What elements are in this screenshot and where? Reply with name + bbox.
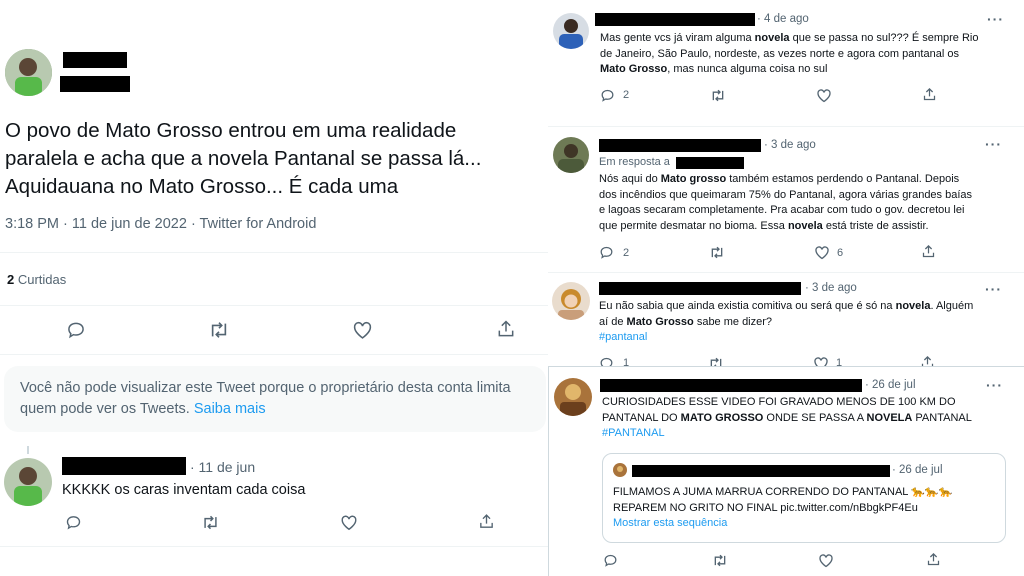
- tweet-text: Mas gente vcs já viram alguma novela que…: [600, 32, 979, 75]
- retweet-icon[interactable]: [201, 514, 220, 531]
- reply-text: KKKKK os caras inventam cada coisa: [62, 482, 306, 498]
- hashtag-link[interactable]: #PANTANAL: [602, 426, 1017, 442]
- share-icon[interactable]: [926, 552, 941, 567]
- redacted-display-name: [595, 13, 755, 26]
- like-icon[interactable]: [818, 553, 834, 568]
- tweet-text: Eu não sabia que ainda existia comitiva …: [599, 299, 1019, 346]
- right-panel: · 4 de ago ··· Mas gente vcs já viram al…: [548, 0, 1024, 576]
- retweet-icon[interactable]: [710, 88, 726, 103]
- redacted-display-name: [600, 379, 862, 392]
- like-icon[interactable]: [340, 514, 358, 531]
- hashtag-link[interactable]: #pantanal: [599, 330, 1019, 346]
- like-icon[interactable]: [814, 245, 830, 260]
- tweet-text: CURIOSIDADES ESSE VIDEO FOI GRAVADO MENO…: [602, 395, 1017, 442]
- redacted-reply-handle: [676, 157, 744, 169]
- avatar[interactable]: [4, 458, 52, 506]
- likes-stat[interactable]: 2 Curtidas: [7, 272, 66, 287]
- reply-to-label: Em resposta a: [599, 156, 670, 168]
- retweet-icon[interactable]: [708, 356, 724, 366]
- tweet-3-actions: 1 1: [548, 352, 1024, 366]
- show-thread-link[interactable]: Mostrar esta sequência: [613, 516, 1001, 532]
- left-panel: O povo de Mato Grosso entrou em uma real…: [0, 0, 548, 576]
- quote-text: FILMAMOS A JUMA MARRUA CORRENDO DO PANTA…: [613, 485, 1001, 532]
- avatar: [613, 463, 627, 477]
- like-count: 1: [836, 357, 843, 366]
- thread-connector: [27, 446, 29, 454]
- tweet-date[interactable]: · 4 de ago: [757, 13, 809, 25]
- more-options-icon[interactable]: ···: [986, 377, 1003, 393]
- reply-icon[interactable]: [65, 514, 82, 531]
- tweet-text: Nós aqui do Mato grosso também estamos p…: [599, 173, 973, 232]
- avatar[interactable]: [553, 13, 589, 49]
- redacted-display-name: [599, 282, 801, 295]
- retweet-icon[interactable]: [709, 245, 725, 260]
- redacted-username: [60, 76, 130, 92]
- reply-icon[interactable]: [599, 356, 614, 366]
- share-icon[interactable]: [921, 244, 936, 259]
- reply-date[interactable]: · 11 de jun: [190, 459, 255, 475]
- limited-visibility-notice: Você não pode visualizar este Tweet porq…: [4, 366, 546, 432]
- tweet-date[interactable]: · 26 de jul: [865, 379, 916, 391]
- redacted-display-name: [632, 465, 890, 477]
- reply-icon[interactable]: [600, 88, 615, 103]
- avatar[interactable]: [554, 378, 592, 416]
- reply-icon[interactable]: [599, 245, 614, 260]
- like-icon[interactable]: [352, 320, 373, 340]
- quote-date: · 26 de jul: [892, 464, 943, 476]
- tweet-date[interactable]: · 3 de ago: [805, 282, 857, 294]
- more-options-icon[interactable]: ···: [987, 11, 1004, 27]
- reply-count: 2: [623, 89, 630, 101]
- reply-icon[interactable]: [603, 553, 618, 568]
- tweet-timestamp[interactable]: 3:18 PM · 11 de jun de 2022 · Twitter fo…: [5, 216, 316, 232]
- quoted-tweet[interactable]: · 26 de jul FILMAMOS A JUMA MARRUA CORRE…: [602, 453, 1006, 543]
- share-icon[interactable]: [922, 87, 937, 102]
- more-options-icon[interactable]: ···: [985, 281, 1002, 297]
- redacted-display-name: [63, 52, 127, 68]
- share-icon[interactable]: [920, 355, 935, 366]
- avatar[interactable]: [5, 49, 52, 96]
- learn-more-link[interactable]: Saiba mais: [194, 401, 266, 417]
- like-icon[interactable]: [816, 88, 832, 103]
- reply-count: 1: [623, 357, 630, 366]
- like-count: 6: [837, 247, 844, 259]
- more-options-icon[interactable]: ···: [985, 136, 1002, 152]
- share-icon[interactable]: [496, 319, 516, 339]
- like-icon[interactable]: [813, 356, 829, 366]
- retweet-icon[interactable]: [208, 320, 230, 340]
- tweet-client[interactable]: Twitter for Android: [200, 216, 317, 232]
- avatar[interactable]: [552, 282, 590, 320]
- main-tweet-text: O povo de Mato Grosso entrou em uma real…: [5, 119, 482, 198]
- reply-count: 2: [623, 247, 630, 259]
- avatar[interactable]: [553, 137, 589, 173]
- tweet-card: · 26 de jul ··· CURIOSIDADES ESSE VIDEO …: [548, 366, 1024, 576]
- tweet-date[interactable]: · 3 de ago: [764, 139, 816, 151]
- redacted-display-name: [599, 139, 761, 152]
- reply-icon[interactable]: [66, 320, 86, 340]
- share-icon[interactable]: [478, 513, 495, 530]
- retweet-icon[interactable]: [712, 553, 728, 568]
- redacted-display-name: [62, 457, 186, 475]
